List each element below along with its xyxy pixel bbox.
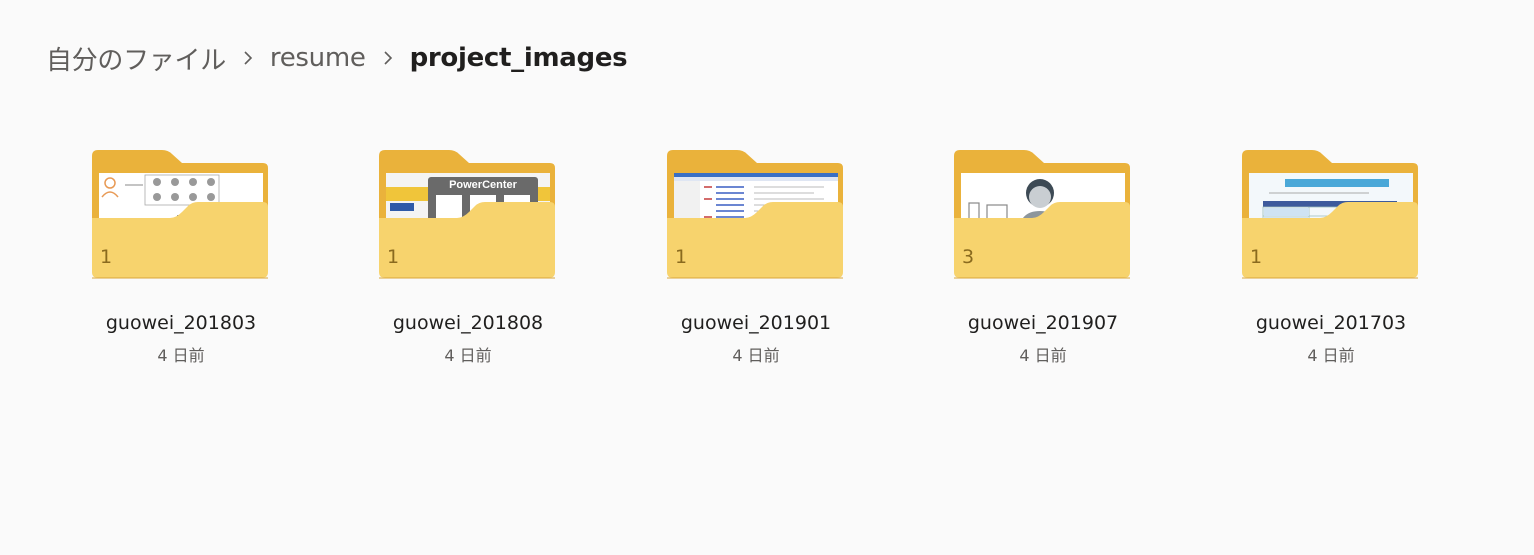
folder-name[interactable]: guowei_201808 (359, 312, 577, 334)
breadcrumb-current-folder: project_images (409, 43, 628, 73)
folder-icon: 3 (954, 150, 1132, 282)
folder-name[interactable]: guowei_201901 (647, 312, 865, 334)
item-count-badge: 1 (1250, 246, 1263, 268)
chevron-right-icon (226, 51, 270, 65)
folder-modified-date: 4 日前 (444, 346, 492, 365)
folder-icon: 1 (92, 150, 270, 282)
folder-grid: 1 guowei_201803 4 日前 PowerCenter 1 guowe… (0, 150, 1534, 390)
item-count-badge: 1 (675, 246, 688, 268)
folder-modified-date: 4 日前 (1019, 346, 1067, 365)
folder-icon: 1 (1242, 150, 1420, 282)
breadcrumb-resume[interactable]: resume (270, 43, 366, 73)
item-count-badge: 3 (962, 246, 975, 268)
folder-modified-date: 4 日前 (1307, 346, 1355, 365)
breadcrumb: 自分のファイル resume project_images (46, 38, 628, 78)
folder-name[interactable]: guowei_201703 (1222, 312, 1440, 334)
folder-tile[interactable]: PowerCenter 1 guowei_201808 4 日前 (379, 150, 569, 370)
item-count-badge: 1 (100, 246, 113, 268)
folder-tile[interactable]: 1 guowei_201703 4 日前 (1242, 150, 1432, 370)
breadcrumb-my-files[interactable]: 自分のファイル (46, 40, 226, 77)
folder-name[interactable]: guowei_201907 (934, 312, 1152, 334)
folder-tile[interactable]: 1 guowei_201901 4 日前 (667, 150, 857, 370)
folder-name[interactable]: guowei_201803 (72, 312, 290, 334)
folder-tile[interactable]: 3 guowei_201907 4 日前 (954, 150, 1144, 370)
chevron-right-icon (366, 51, 410, 65)
folder-icon: PowerCenter 1 (379, 150, 557, 282)
folder-modified-date: 4 日前 (732, 346, 780, 365)
item-count-badge: 1 (387, 246, 400, 268)
folder-tile[interactable]: 1 guowei_201803 4 日前 (92, 150, 282, 370)
folder-icon: 1 (667, 150, 845, 282)
folder-modified-date: 4 日前 (157, 346, 205, 365)
